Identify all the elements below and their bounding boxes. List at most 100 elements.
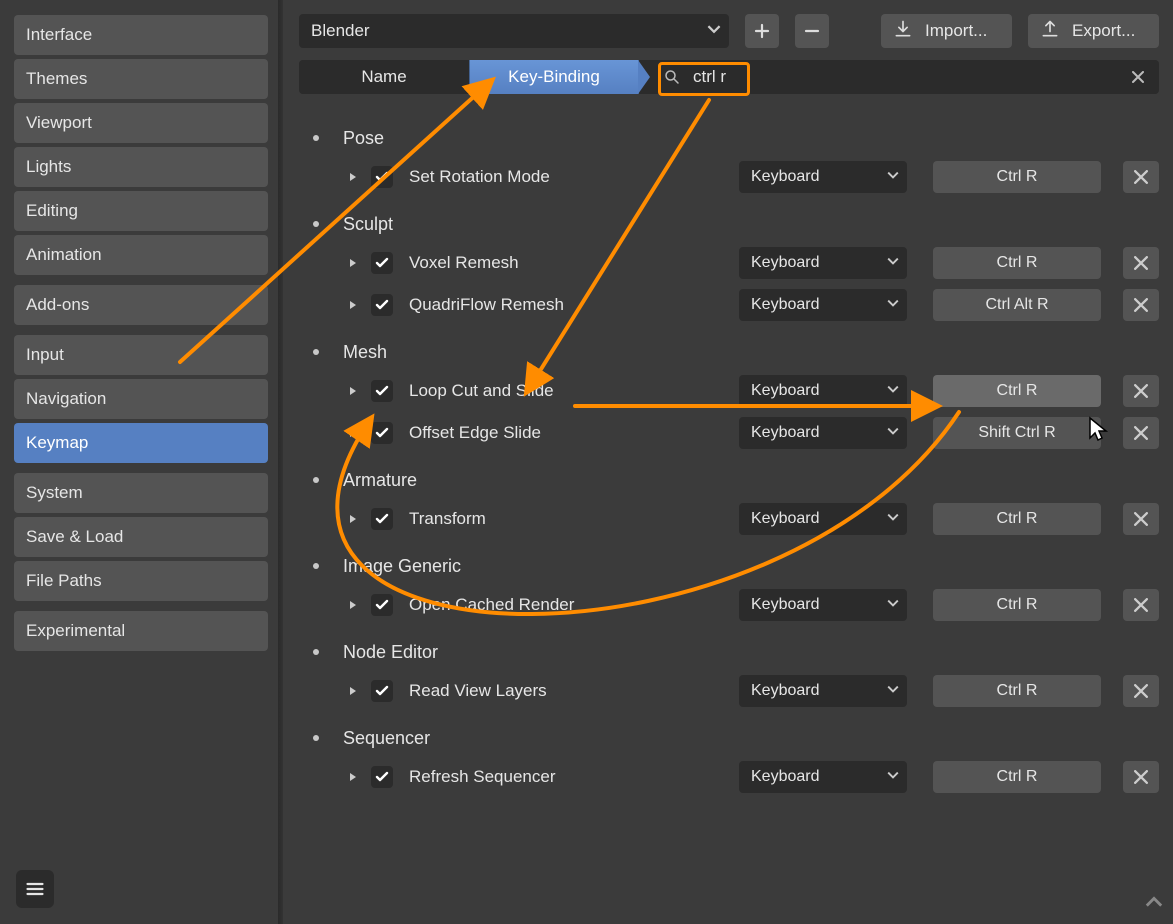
enable-checkbox[interactable] [371,422,393,444]
input-device-dropdown[interactable]: Keyboard [739,761,907,793]
chevron-down-icon [887,596,899,614]
shortcut-button[interactable]: Ctrl R [933,503,1101,535]
remove-keymap-button[interactable] [1123,675,1159,707]
shortcut-button[interactable]: Ctrl R [933,161,1101,193]
remove-keymap-button[interactable] [1123,503,1159,535]
keymap-row: Transform Keyboard Ctrl R [305,498,1159,540]
shortcut-button[interactable]: Ctrl R [933,675,1101,707]
keymap-row: Voxel Remesh Keyboard Ctrl R [305,242,1159,284]
device-label: Keyboard [751,424,820,442]
keymap-row: QuadriFlow Remesh Keyboard Ctrl Alt R [305,284,1159,326]
chevron-down-icon [887,168,899,186]
sidebar-item-file-paths[interactable]: File Paths [14,561,268,601]
chevron-down-icon [887,768,899,786]
enable-checkbox[interactable] [371,252,393,274]
sidebar-item-animation[interactable]: Animation [14,235,268,275]
disclosure-triangle[interactable] [345,769,361,785]
bullet-icon [313,477,319,483]
enable-checkbox[interactable] [371,594,393,616]
sidebar-item-themes[interactable]: Themes [14,59,268,99]
disclosure-triangle[interactable] [345,597,361,613]
keymap-name: QuadriFlow Remesh [409,295,564,315]
disclosure-triangle[interactable] [345,297,361,313]
clear-search-button[interactable] [1125,64,1151,90]
sidebar-item-input[interactable]: Input [14,335,268,375]
enable-checkbox[interactable] [371,166,393,188]
shortcut-button[interactable]: Ctrl R [933,761,1101,793]
bullet-icon [313,135,319,141]
hamburger-menu-button[interactable] [16,870,54,908]
sidebar-item-viewport[interactable]: Viewport [14,103,268,143]
enable-checkbox[interactable] [371,380,393,402]
sidebar-item-experimental[interactable]: Experimental [14,611,268,651]
sidebar-item-navigation[interactable]: Navigation [14,379,268,419]
shortcut-button[interactable]: Ctrl Alt R [933,289,1101,321]
filter-row: Name Key-Binding [299,60,1159,94]
remove-keymap-button[interactable] [1123,417,1159,449]
bullet-icon [313,221,319,227]
disclosure-triangle[interactable] [345,425,361,441]
disclosure-triangle[interactable] [345,255,361,271]
remove-keymap-button[interactable] [1123,161,1159,193]
search-box[interactable] [639,60,1159,94]
keymap-row: Open Cached Render Keyboard Ctrl R [305,584,1159,626]
remove-preset-button[interactable] [795,14,829,48]
search-input[interactable] [691,66,1115,88]
keymap-name: Voxel Remesh [409,253,519,273]
sidebar-item-add-ons[interactable]: Add-ons [14,285,268,325]
sidebar-item-save-load[interactable]: Save & Load [14,517,268,557]
shortcut-button[interactable]: Ctrl R [933,247,1101,279]
enable-checkbox[interactable] [371,766,393,788]
filter-tab-name[interactable]: Name [299,60,469,94]
filter-tab-keybinding[interactable]: Key-Binding [469,60,639,94]
category-sequencer: Sequencer [305,720,1159,756]
bullet-icon [313,563,319,569]
keymap-row: Refresh Sequencer Keyboard Ctrl R [305,756,1159,798]
disclosure-triangle[interactable] [345,683,361,699]
remove-keymap-button[interactable] [1123,247,1159,279]
sidebar-item-keymap[interactable]: Keymap [14,423,268,463]
app-root: InterfaceThemesViewportLightsEditingAnim… [0,0,1173,924]
device-label: Keyboard [751,168,820,186]
bullet-icon [313,349,319,355]
input-device-dropdown[interactable]: Keyboard [739,503,907,535]
import-button[interactable]: Import... [881,14,1012,48]
enable-checkbox[interactable] [371,294,393,316]
keymap-name: Set Rotation Mode [409,167,550,187]
keymap-name: Loop Cut and Slide [409,381,554,401]
input-device-dropdown[interactable]: Keyboard [739,289,907,321]
input-device-dropdown[interactable]: Keyboard [739,589,907,621]
remove-keymap-button[interactable] [1123,761,1159,793]
bullet-icon [313,735,319,741]
input-device-dropdown[interactable]: Keyboard [739,161,907,193]
preset-dropdown[interactable]: Blender [299,14,729,48]
disclosure-triangle[interactable] [345,383,361,399]
input-device-dropdown[interactable]: Keyboard [739,675,907,707]
input-device-dropdown[interactable]: Keyboard [739,247,907,279]
panel-collapse-chevron[interactable] [1145,893,1163,916]
keymap-name: Read View Layers [409,681,547,701]
shortcut-button[interactable]: Shift Ctrl R [933,417,1101,449]
sidebar-item-lights[interactable]: Lights [14,147,268,187]
add-preset-button[interactable] [745,14,779,48]
disclosure-triangle[interactable] [345,169,361,185]
input-device-dropdown[interactable]: Keyboard [739,375,907,407]
remove-keymap-button[interactable] [1123,589,1159,621]
remove-keymap-button[interactable] [1123,375,1159,407]
filter-tab-keybinding-label: Key-Binding [508,67,600,87]
category-label: Mesh [343,342,387,363]
shortcut-button[interactable]: Ctrl R [933,589,1101,621]
disclosure-triangle[interactable] [345,511,361,527]
shortcut-button[interactable]: Ctrl R [933,375,1101,407]
enable-checkbox[interactable] [371,680,393,702]
remove-keymap-button[interactable] [1123,289,1159,321]
enable-checkbox[interactable] [371,508,393,530]
sidebar-item-editing[interactable]: Editing [14,191,268,231]
search-icon [663,68,681,86]
category-sculpt: Sculpt [305,206,1159,242]
sidebar-item-interface[interactable]: Interface [14,15,268,55]
keymap-name: Refresh Sequencer [409,767,555,787]
sidebar-item-system[interactable]: System [14,473,268,513]
input-device-dropdown[interactable]: Keyboard [739,417,907,449]
export-button[interactable]: Export... [1028,14,1159,48]
